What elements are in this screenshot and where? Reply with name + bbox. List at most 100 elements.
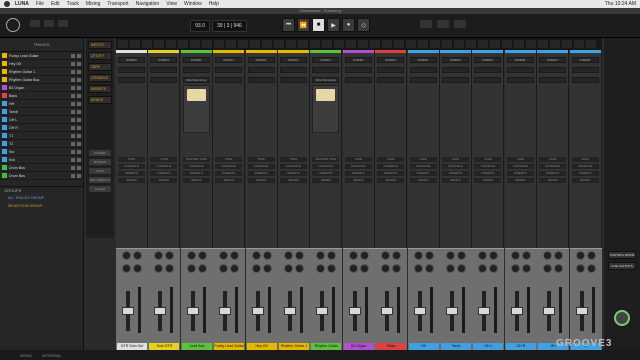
overview-cell[interactable] xyxy=(370,40,380,48)
track-list-item[interactable]: Kck xyxy=(0,156,83,164)
pan-knob[interactable] xyxy=(554,251,564,260)
toolbar-button[interactable] xyxy=(437,20,449,28)
power-button[interactable]: POWER xyxy=(89,150,111,156)
send-knob[interactable] xyxy=(230,264,240,273)
tape-slot[interactable]: TAPE xyxy=(344,157,372,162)
fader-cap[interactable] xyxy=(381,307,394,315)
overview-cell[interactable] xyxy=(406,40,416,48)
sends-slot[interactable]: SENDS xyxy=(344,178,372,183)
overview-cell[interactable] xyxy=(286,40,296,48)
utility-slot[interactable] xyxy=(571,67,599,73)
utility-slot[interactable] xyxy=(118,67,145,73)
send-knob[interactable] xyxy=(133,264,142,273)
mute-icon[interactable] xyxy=(77,85,81,90)
track-list-item[interactable]: Drum Bus xyxy=(0,172,83,180)
gain-knob[interactable] xyxy=(154,251,164,260)
utility-slot[interactable] xyxy=(474,67,502,73)
track-list-item[interactable]: Hey Oh xyxy=(0,60,83,68)
mute-icon[interactable] xyxy=(77,53,81,58)
overview-cell[interactable] xyxy=(514,40,524,48)
sends-slot[interactable]: SENDS xyxy=(442,178,469,183)
track-list-item[interactable]: Bass xyxy=(0,92,83,100)
sends-slot[interactable]: SENDS xyxy=(506,178,534,183)
channel-name[interactable]: OH R xyxy=(505,343,536,350)
overview-cell[interactable] xyxy=(202,40,212,48)
input-slot[interactable]: INSERT xyxy=(118,57,145,63)
record-arm-icon[interactable] xyxy=(71,125,75,130)
menu-window[interactable]: Window xyxy=(184,1,202,7)
tape-slot[interactable]: TAPE xyxy=(506,157,534,162)
send-knob[interactable] xyxy=(295,264,304,273)
group-item[interactable]: ALL TRACKS GROUP xyxy=(0,194,83,202)
inserts-slot[interactable]: INSERTS xyxy=(118,171,145,176)
input-slot[interactable]: INSERT xyxy=(409,57,437,63)
send-knob[interactable] xyxy=(262,264,272,273)
tape-slot[interactable]: MASTER TAPE xyxy=(312,157,340,162)
track-list-item[interactable]: Tamb xyxy=(0,108,83,116)
mute-icon[interactable] xyxy=(77,93,81,98)
inserts-slot[interactable]: INSERTS xyxy=(280,171,307,176)
sends-slot[interactable]: SENDS xyxy=(150,178,178,183)
mute-icon[interactable] xyxy=(77,117,81,122)
pan-knob[interactable] xyxy=(295,251,304,260)
utility-slot[interactable] xyxy=(215,67,243,73)
tape-slot[interactable]: TAPE xyxy=(474,157,502,162)
gain-knob[interactable] xyxy=(348,251,358,260)
record-arm-icon[interactable] xyxy=(71,133,75,138)
utility-slot[interactable] xyxy=(442,67,469,73)
overview-cell[interactable] xyxy=(154,40,164,48)
menu-help[interactable]: Help xyxy=(209,1,219,7)
record-arm-icon[interactable] xyxy=(71,61,75,66)
inserts-slot[interactable]: INSERTS xyxy=(442,171,469,176)
master-knob[interactable] xyxy=(614,310,630,326)
mute-icon[interactable] xyxy=(77,149,81,154)
pan-knob[interactable] xyxy=(197,251,207,260)
gain-knob[interactable] xyxy=(316,251,326,260)
gain-knob[interactable] xyxy=(478,251,488,260)
track-list-item[interactable]: Rhythm Guitar 1 xyxy=(0,68,83,76)
tape-slot[interactable]: TAPE xyxy=(409,157,437,162)
fader-cap[interactable] xyxy=(284,307,296,315)
send-knob[interactable] xyxy=(154,264,164,273)
record-arm-icon[interactable] xyxy=(71,85,75,90)
input-slot[interactable]: INSERT xyxy=(442,57,469,63)
send-knob[interactable] xyxy=(586,264,596,273)
inserts-slot[interactable]: INSERTS xyxy=(247,171,275,176)
inserts-slot[interactable]: INSERTS xyxy=(474,171,502,176)
tape-slot[interactable]: TAPE xyxy=(150,157,178,162)
overview-cell[interactable] xyxy=(586,40,596,48)
tape-slot[interactable]: TAPE xyxy=(247,157,275,162)
track-list-item[interactable]: OH L xyxy=(0,116,83,124)
overview-cell[interactable] xyxy=(214,40,224,48)
tape-toggle[interactable]: TAPE xyxy=(88,63,112,71)
overview-cell[interactable] xyxy=(346,40,356,48)
gain-knob[interactable] xyxy=(251,251,261,260)
fader-cap[interactable] xyxy=(219,307,232,315)
overview-cell[interactable] xyxy=(466,40,476,48)
send-knob[interactable] xyxy=(478,264,488,273)
menu-label[interactable]: MENU xyxy=(20,353,32,358)
plugin-ui[interactable] xyxy=(182,85,210,133)
utility-slot[interactable] xyxy=(182,67,210,73)
inserts-slot[interactable]: INSERTS xyxy=(312,171,340,176)
mute-icon[interactable] xyxy=(77,141,81,146)
utility-slot[interactable] xyxy=(409,67,437,73)
record-arm-icon[interactable] xyxy=(71,109,75,114)
pan-knob[interactable] xyxy=(586,251,596,260)
console-slot[interactable]: CONSOLE xyxy=(474,164,502,169)
overview-cell[interactable] xyxy=(334,40,344,48)
gain-knob[interactable] xyxy=(575,251,585,260)
sends-slot[interactable]: SENDS xyxy=(377,178,405,183)
inputs-toggle[interactable]: INPUTS xyxy=(88,41,112,49)
record-arm-icon[interactable] xyxy=(71,173,75,178)
inserts-slot[interactable]: INSERTS xyxy=(182,171,210,176)
pan-knob[interactable] xyxy=(359,251,369,260)
channel-name[interactable]: Lead Bus xyxy=(181,343,212,350)
input-slot[interactable]: INSERT xyxy=(247,57,275,63)
position-display[interactable]: 39 | 3 | 946 xyxy=(212,20,247,32)
pan-knob[interactable] xyxy=(133,251,142,260)
track-list-item[interactable]: Funky Lead Guitar xyxy=(0,52,83,60)
input-slot[interactable]: INSERT xyxy=(150,57,178,63)
clear-button[interactable]: CLEAR xyxy=(89,186,111,192)
clock-source[interactable]: INTERNAL xyxy=(42,353,62,358)
